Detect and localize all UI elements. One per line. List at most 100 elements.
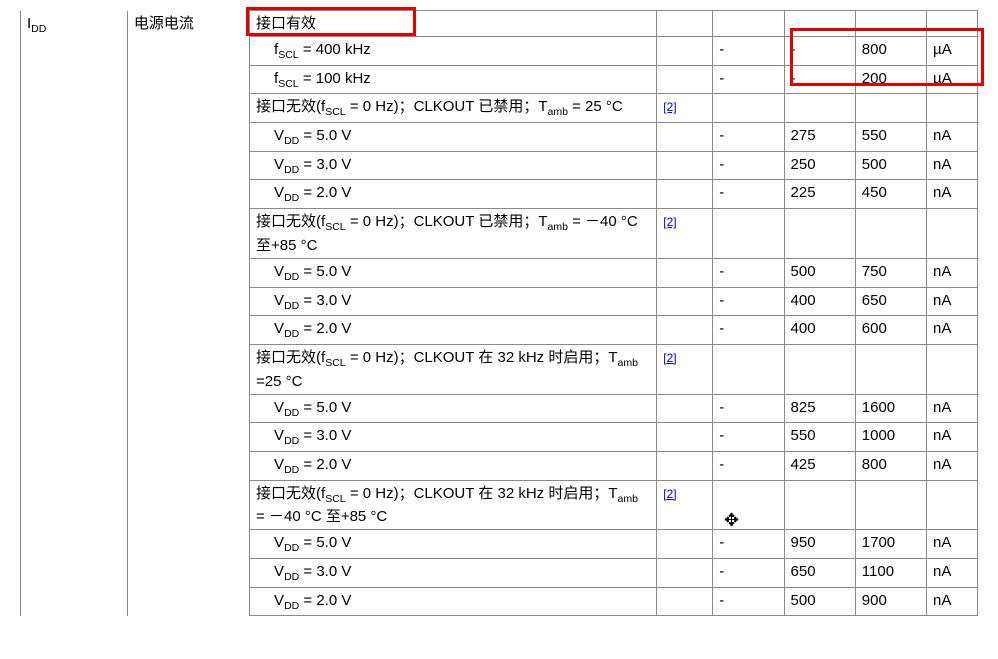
cell-typ: 250 (784, 151, 855, 180)
cell-typ: 500 (784, 587, 855, 616)
cell-condition: VDD = 2.0 V (250, 180, 657, 209)
cell-note: [2] (657, 344, 713, 394)
cell-note (657, 423, 713, 452)
cell-min (713, 94, 784, 123)
cell-min (713, 11, 784, 37)
cell-typ: 650 (784, 559, 855, 588)
cell-condition: fSCL = 100 kHz (250, 65, 657, 94)
cell-max: 800 (855, 37, 926, 66)
cell-max: 450 (855, 180, 926, 209)
cell-condition: VDD = 3.0 V (250, 287, 657, 316)
cell-min (713, 209, 784, 259)
cell-typ (784, 344, 855, 394)
cell-unit: nA (927, 559, 978, 588)
cell-condition: VDD = 3.0 V (250, 423, 657, 452)
cell-condition: VDD = 3.0 V (250, 151, 657, 180)
cell-unit: nA (927, 394, 978, 423)
cell-unit: nA (927, 151, 978, 180)
cell-typ: 500 (784, 258, 855, 287)
cell-condition-heading: 接口无效(fSCL = 0 Hz)；CLKOUT 在 32 kHz 时启用；Ta… (250, 480, 657, 530)
cell-min: - (713, 151, 784, 180)
cell-unit: nA (927, 587, 978, 616)
cell-min: - (713, 123, 784, 152)
cell-max: 900 (855, 587, 926, 616)
footnote-link[interactable]: [2] (663, 487, 676, 501)
cell-max: 1100 (855, 559, 926, 588)
cell-max: 1700 (855, 530, 926, 559)
cell-min: - (713, 316, 784, 345)
cell-condition: fSCL = 400 kHz (250, 37, 657, 66)
cell-unit: nA (927, 123, 978, 152)
cell-unit (927, 94, 978, 123)
cell-note (657, 316, 713, 345)
cell-condition: VDD = 2.0 V (250, 316, 657, 345)
cell-note (657, 180, 713, 209)
table-row: IDD 电源电流 接口有效 (21, 11, 978, 37)
cell-typ (784, 11, 855, 37)
cell-typ: 425 (784, 451, 855, 480)
cell-unit: µA (927, 37, 978, 66)
cell-typ: 400 (784, 316, 855, 345)
cell-unit: nA (927, 180, 978, 209)
cell-typ (784, 94, 855, 123)
cell-condition: VDD = 3.0 V (250, 559, 657, 588)
cell-note (657, 451, 713, 480)
footnote-link[interactable]: [2] (663, 100, 676, 114)
cell-condition: VDD = 5.0 V (250, 258, 657, 287)
cell-note (657, 530, 713, 559)
cell-unit (927, 209, 978, 259)
cell-min: - (713, 587, 784, 616)
cell-unit (927, 11, 978, 37)
cell-min: - (713, 559, 784, 588)
cell-min: - (713, 394, 784, 423)
cell-max: 550 (855, 123, 926, 152)
cell-max (855, 344, 926, 394)
footnote-link[interactable]: [2] (663, 351, 676, 365)
cell-typ: 950 (784, 530, 855, 559)
cell-note: [2] (657, 94, 713, 123)
cell-unit: µA (927, 65, 978, 94)
cell-unit: nA (927, 287, 978, 316)
cell-unit: nA (927, 258, 978, 287)
cell-max: 800 (855, 451, 926, 480)
cell-max (855, 94, 926, 123)
cell-note (657, 287, 713, 316)
cell-typ: 275 (784, 123, 855, 152)
cell-note (657, 65, 713, 94)
cell-typ (784, 209, 855, 259)
cell-min: - (713, 180, 784, 209)
cell-note (657, 394, 713, 423)
cell-condition-heading: 接口无效(fSCL = 0 Hz)；CLKOUT 在 32 kHz 时启用；Ta… (250, 344, 657, 394)
cell-typ: - (784, 37, 855, 66)
cell-condition-heading: 接口无效(fSCL = 0 Hz)；CLKOUT 已禁用；Tamb = 25 °… (250, 94, 657, 123)
cell-min: - (713, 451, 784, 480)
cell-note (657, 123, 713, 152)
cell-max: 750 (855, 258, 926, 287)
cell-note (657, 37, 713, 66)
cell-condition: VDD = 5.0 V (250, 530, 657, 559)
cell-param: 电源电流 (127, 11, 249, 616)
cell-max: 200 (855, 65, 926, 94)
cell-max (855, 11, 926, 37)
cell-condition: VDD = 2.0 V (250, 451, 657, 480)
cell-typ: 400 (784, 287, 855, 316)
cell-typ: - (784, 65, 855, 94)
cell-max (855, 209, 926, 259)
cell-max: 650 (855, 287, 926, 316)
cell-min: - (713, 423, 784, 452)
cell-typ: 825 (784, 394, 855, 423)
cell-unit: nA (927, 530, 978, 559)
cell-max (855, 480, 926, 530)
cell-min: - (713, 287, 784, 316)
cell-min: - (713, 530, 784, 559)
cell-max: 500 (855, 151, 926, 180)
cell-typ: 550 (784, 423, 855, 452)
cell-min: - (713, 258, 784, 287)
cell-note (657, 151, 713, 180)
cell-note: [2] (657, 480, 713, 530)
cell-min (713, 344, 784, 394)
cell-note (657, 11, 713, 37)
cell-note (657, 258, 713, 287)
cell-note: [2] (657, 209, 713, 259)
footnote-link[interactable]: [2] (663, 215, 676, 229)
